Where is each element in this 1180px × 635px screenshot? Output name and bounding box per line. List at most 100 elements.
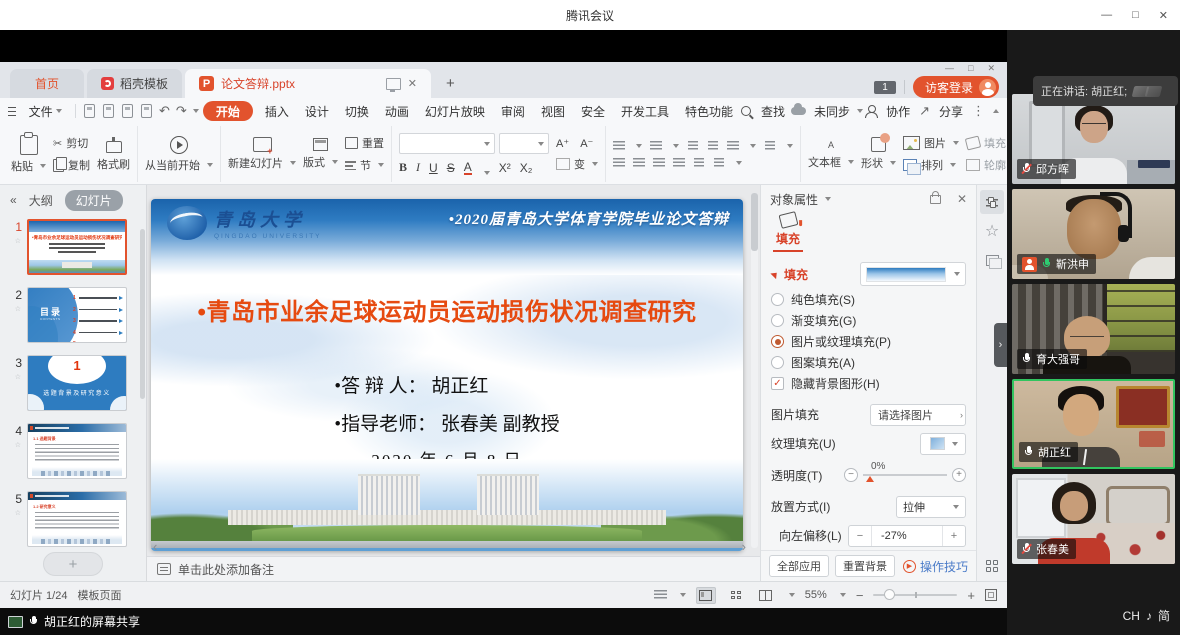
ime-indicator[interactable]: CH ♪ 简	[1123, 607, 1170, 624]
scroll-right-icon[interactable]: ›	[742, 539, 746, 554]
sync-status[interactable]: 未同步	[812, 101, 852, 121]
option-pattern-fill[interactable]: 图案填充(A)	[771, 352, 966, 373]
collapse-pane-icon[interactable]: «	[10, 193, 17, 207]
apply-all-button[interactable]: 全部应用	[769, 555, 829, 577]
arrange-button[interactable]: 排列	[903, 157, 959, 173]
notes-toggle-icon[interactable]	[654, 590, 667, 600]
collaborate-button[interactable]: 协作	[882, 101, 914, 121]
menu-start[interactable]: 开始	[203, 101, 253, 121]
undo-icon[interactable]: ↶	[159, 103, 170, 119]
menu-devtools[interactable]: 开发工具	[613, 101, 677, 121]
view-reading-button[interactable]	[756, 587, 776, 604]
view-normal-button[interactable]	[696, 587, 716, 604]
view-sorter-button[interactable]	[726, 587, 746, 604]
hamburger-icon[interactable]	[8, 107, 16, 116]
menu-animation[interactable]: 动画	[377, 101, 417, 121]
scroll-left-icon[interactable]: ‹	[153, 539, 157, 554]
tab-outline[interactable]: 大纲	[29, 192, 53, 209]
option-gradient-fill[interactable]: 渐变填充(G)	[771, 310, 966, 331]
option-solid-fill[interactable]: 纯色填充(S)	[771, 289, 966, 310]
video-tile-2[interactable]: 靳洪申	[1012, 189, 1175, 279]
layout-button[interactable]: 版式	[303, 138, 338, 170]
reset-background-button[interactable]: 重置背景	[835, 555, 895, 577]
section-button[interactable]: 节	[345, 157, 384, 173]
restore-icon[interactable]: □	[1132, 9, 1139, 21]
fill-tab[interactable]: 填充	[771, 213, 805, 255]
message-count-badge[interactable]: 1	[874, 81, 896, 94]
slide-item-5[interactable]: 5☆ 1.2 研究意义	[0, 491, 146, 547]
slide-item-2[interactable]: 2☆ 目录 CONTENTS 1 2 3 4	[0, 287, 146, 343]
panel-close-icon[interactable]: ✕	[957, 192, 967, 206]
menu-slideshow[interactable]: 幻灯片放映	[417, 101, 493, 121]
font-grow-button[interactable]: A⁺	[556, 137, 569, 150]
quickbar-more-icon[interactable]	[193, 109, 199, 113]
menu-insert[interactable]: 插入	[257, 101, 297, 121]
wps-restore-icon[interactable]: □	[968, 63, 973, 74]
collapse-ribbon-icon[interactable]	[993, 109, 999, 113]
strikethrough-button[interactable]: S	[447, 161, 455, 175]
menu-features[interactable]: 特色功能	[677, 101, 741, 121]
italic-button[interactable]: I	[416, 160, 420, 175]
font-color-button[interactable]: A	[464, 161, 472, 175]
template-page-button[interactable]: 模板页面	[77, 587, 121, 603]
zoom-in-icon[interactable]: +	[967, 588, 975, 603]
fill-preview-dropdown[interactable]	[860, 262, 966, 286]
hide-background-checkbox[interactable]: ✓隐藏背景图形(H)	[771, 373, 966, 394]
superscript-button[interactable]: X²	[499, 161, 511, 175]
properties-strip-button[interactable]	[980, 190, 1004, 214]
canvas-scrollbar[interactable]	[751, 193, 758, 548]
tab-slides[interactable]: 幻灯片	[65, 190, 123, 211]
share-button[interactable]: 分享	[935, 101, 967, 121]
align-left-icon[interactable]	[613, 158, 625, 168]
distribute-icon[interactable]	[694, 158, 704, 168]
notes-bar[interactable]: 单击此处添加备注	[147, 556, 760, 581]
video-tile-5[interactable]: 张春美	[1012, 474, 1175, 564]
justify-icon[interactable]	[673, 158, 685, 168]
video-tile-1[interactable]: 邱方晖	[1012, 94, 1175, 184]
panel-expand-handle[interactable]: ›	[994, 323, 1007, 367]
print-icon[interactable]	[122, 104, 133, 118]
effects-strip-button[interactable]: ☆	[980, 219, 1004, 243]
offset-left-stepper[interactable]: − -27% +	[848, 525, 966, 547]
fill-section-header[interactable]: 填充	[771, 259, 966, 289]
picture-button[interactable]: 图片	[903, 135, 959, 151]
menu-design[interactable]: 设计	[297, 101, 337, 121]
minimize-icon[interactable]: —	[1101, 9, 1112, 21]
copy-button[interactable]: 复制	[53, 157, 90, 173]
font-family-select[interactable]	[399, 133, 495, 154]
option-picture-fill[interactable]: 图片或纹理填充(P)	[771, 331, 966, 352]
wps-minimize-icon[interactable]: —	[945, 63, 954, 74]
find-button[interactable]: 查找	[757, 101, 789, 121]
output-icon[interactable]	[103, 104, 114, 118]
menu-transition[interactable]: 切换	[337, 101, 377, 121]
transparency-minus-button[interactable]: −	[844, 468, 858, 482]
menu-security[interactable]: 安全	[573, 101, 613, 121]
slide-item-4[interactable]: 4☆ 1.1 选题背景	[0, 423, 146, 479]
tab-document[interactable]: P 论文答辩.pptx ✕	[185, 69, 431, 98]
columns-icon[interactable]	[714, 158, 724, 168]
app-grid-icon[interactable]	[986, 560, 998, 572]
subscript-button[interactable]: X₂	[520, 161, 533, 175]
bold-button[interactable]: B	[399, 160, 407, 175]
menu-view[interactable]: 视图	[533, 101, 573, 121]
new-tab-button[interactable]: +	[434, 69, 467, 98]
slide-item-1[interactable]: 1☆ •青岛市业余足球运动员运动损伤状况调查研究	[0, 219, 146, 275]
more-icon[interactable]: ⋮	[972, 103, 985, 119]
new-slide-button[interactable]: 新建幻灯片	[228, 137, 296, 171]
zoom-slider[interactable]	[873, 594, 957, 596]
text-box-button[interactable]: A文本框	[808, 138, 854, 170]
font-shrink-button[interactable]: A⁻	[580, 137, 593, 150]
tips-link[interactable]: ▶操作技巧	[903, 558, 968, 575]
numbered-list-icon[interactable]	[650, 141, 662, 151]
line-spacing-icon[interactable]	[765, 141, 775, 151]
transparency-slider[interactable]: 0%	[863, 474, 947, 476]
placement-select[interactable]: 拉伸	[896, 496, 966, 518]
slide-item-3[interactable]: 3☆ 1 选题背景及研究意义	[0, 355, 146, 411]
wps-close-icon[interactable]: ✕	[987, 63, 995, 74]
zoom-out-icon[interactable]: −	[856, 588, 864, 603]
save-icon[interactable]	[84, 104, 95, 118]
slide-canvas[interactable]: 青岛大学 QINGDAO UNIVERSITY •2020届青岛大学体育学院毕业…	[151, 199, 743, 551]
transparency-plus-button[interactable]: +	[952, 468, 966, 482]
underline-button[interactable]: U	[429, 161, 438, 175]
add-slide-button[interactable]: +	[43, 552, 103, 576]
